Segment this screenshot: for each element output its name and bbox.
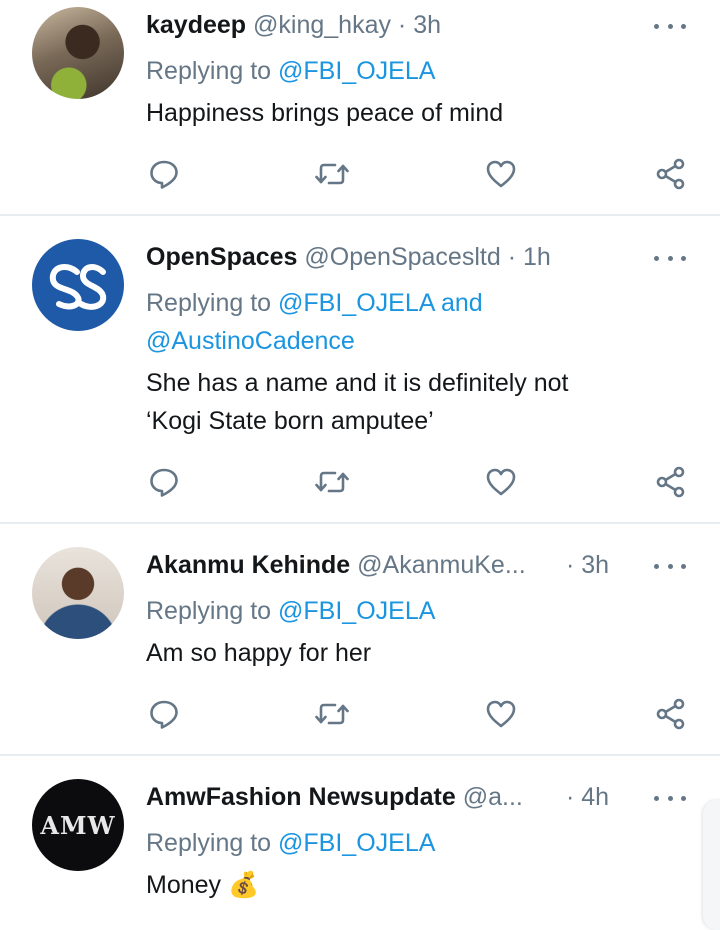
share-icon <box>656 158 685 190</box>
reply-icon <box>150 160 178 189</box>
mention-link[interactable]: @FBI_OJELA <box>278 829 435 857</box>
display-name[interactable]: OpenSpaces <box>146 243 297 271</box>
tweet-text: ‘Kogi State born amputee’ <box>146 407 434 435</box>
replying-label: Replying to <box>146 57 272 85</box>
tweet-1[interactable]: kaydeep @king_hkay · 3h Replying to @FBI… <box>0 0 720 215</box>
replying-to: Replying to @FBI_OJELA and <box>146 285 483 321</box>
more-dots-icon[interactable] <box>654 556 686 576</box>
replying-label: Replying to <box>146 289 272 317</box>
replying-to: Replying to @FBI_OJELA <box>146 825 435 861</box>
mention-link[interactable]: @FBI_OJELA and <box>278 289 483 317</box>
like-button[interactable] <box>481 694 521 734</box>
replying-to: Replying to @FBI_OJELA <box>146 593 435 629</box>
openspaces-logo-icon <box>49 263 107 310</box>
tweet-4[interactable]: AMW AmwFashion Newsupdate @a... · 4h Rep… <box>0 756 720 914</box>
tweet-text: She has a name and it is definitely not <box>146 369 569 397</box>
user-handle[interactable]: @OpenSpacesltd <box>304 243 500 271</box>
share-button[interactable] <box>651 694 691 734</box>
more-dots-icon[interactable] <box>654 248 686 268</box>
replying-to: Replying to @FBI_OJELA <box>146 53 435 89</box>
reply-icon <box>150 468 178 497</box>
display-name[interactable]: Akanmu Kehinde <box>146 551 350 579</box>
heart-icon <box>486 160 516 188</box>
tweet-actions <box>146 462 691 502</box>
like-button[interactable] <box>481 462 521 502</box>
user-handle[interactable]: @king_hkay <box>253 11 391 39</box>
tweet-text: Money 💰 <box>146 867 259 903</box>
retweet-icon <box>315 471 349 493</box>
like-button[interactable] <box>481 154 521 194</box>
share-icon <box>656 466 685 498</box>
reply-icon <box>150 700 178 729</box>
tweet-actions <box>146 154 691 194</box>
display-name[interactable]: kaydeep <box>146 11 246 39</box>
amw-logo-text: AMW <box>40 810 116 840</box>
retweet-button[interactable] <box>312 462 352 502</box>
user-handle[interactable]: @AkanmuKe... <box>357 551 526 579</box>
replying-label: Replying to <box>146 597 272 625</box>
retweet-button[interactable] <box>312 154 352 194</box>
scrollbar[interactable] <box>703 800 720 930</box>
heart-icon <box>486 468 516 496</box>
mention-link[interactable]: @FBI_OJELA <box>278 57 435 85</box>
timestamp[interactable]: · 1h <box>508 243 551 271</box>
avatar[interactable] <box>32 7 124 99</box>
replying-label: Replying to <box>146 829 272 857</box>
tweet-header: Akanmu Kehinde @AkanmuKe... <box>146 548 526 582</box>
timestamp[interactable]: · 4h <box>566 780 609 814</box>
money-bag-icon: 💰 <box>228 871 260 899</box>
avatar[interactable]: AMW <box>32 779 124 871</box>
tweet-text: Am so happy for her <box>146 639 372 667</box>
mention-link[interactable]: @AustinoCadence <box>146 323 355 359</box>
tweet-text: Happiness brings peace of mind <box>146 99 504 127</box>
share-button[interactable] <box>651 462 691 502</box>
timestamp[interactable]: · 3h <box>566 548 609 582</box>
tweet-header: OpenSpaces @OpenSpacesltd · 1h <box>146 240 551 274</box>
mention-link[interactable]: @FBI_OJELA <box>278 597 435 625</box>
retweet-icon <box>315 163 349 185</box>
share-icon <box>656 698 685 730</box>
retweet-icon <box>315 703 349 725</box>
avatar[interactable] <box>32 239 124 331</box>
reply-button[interactable] <box>144 462 184 502</box>
avatar[interactable] <box>32 547 124 639</box>
tweet-header: AmwFashion Newsupdate @a... <box>146 780 523 814</box>
tweet-actions <box>146 694 691 734</box>
reply-button[interactable] <box>144 154 184 194</box>
tweet-header: kaydeep @king_hkay · 3h <box>146 8 441 42</box>
retweet-button[interactable] <box>312 694 352 734</box>
tweet-text-content: Money <box>146 871 222 899</box>
tweet-3[interactable]: Akanmu Kehinde @AkanmuKe... · 3h Replyin… <box>0 524 720 755</box>
user-handle[interactable]: @a... <box>463 783 523 811</box>
timestamp[interactable]: · 3h <box>398 11 441 39</box>
tweet-2[interactable]: OpenSpaces @OpenSpacesltd · 1h Replying … <box>0 216 720 523</box>
share-button[interactable] <box>651 154 691 194</box>
heart-icon <box>486 700 516 728</box>
display-name[interactable]: AmwFashion Newsupdate <box>146 783 456 811</box>
more-dots-icon[interactable] <box>654 788 686 808</box>
more-dots-icon[interactable] <box>654 16 686 36</box>
reply-button[interactable] <box>144 694 184 734</box>
